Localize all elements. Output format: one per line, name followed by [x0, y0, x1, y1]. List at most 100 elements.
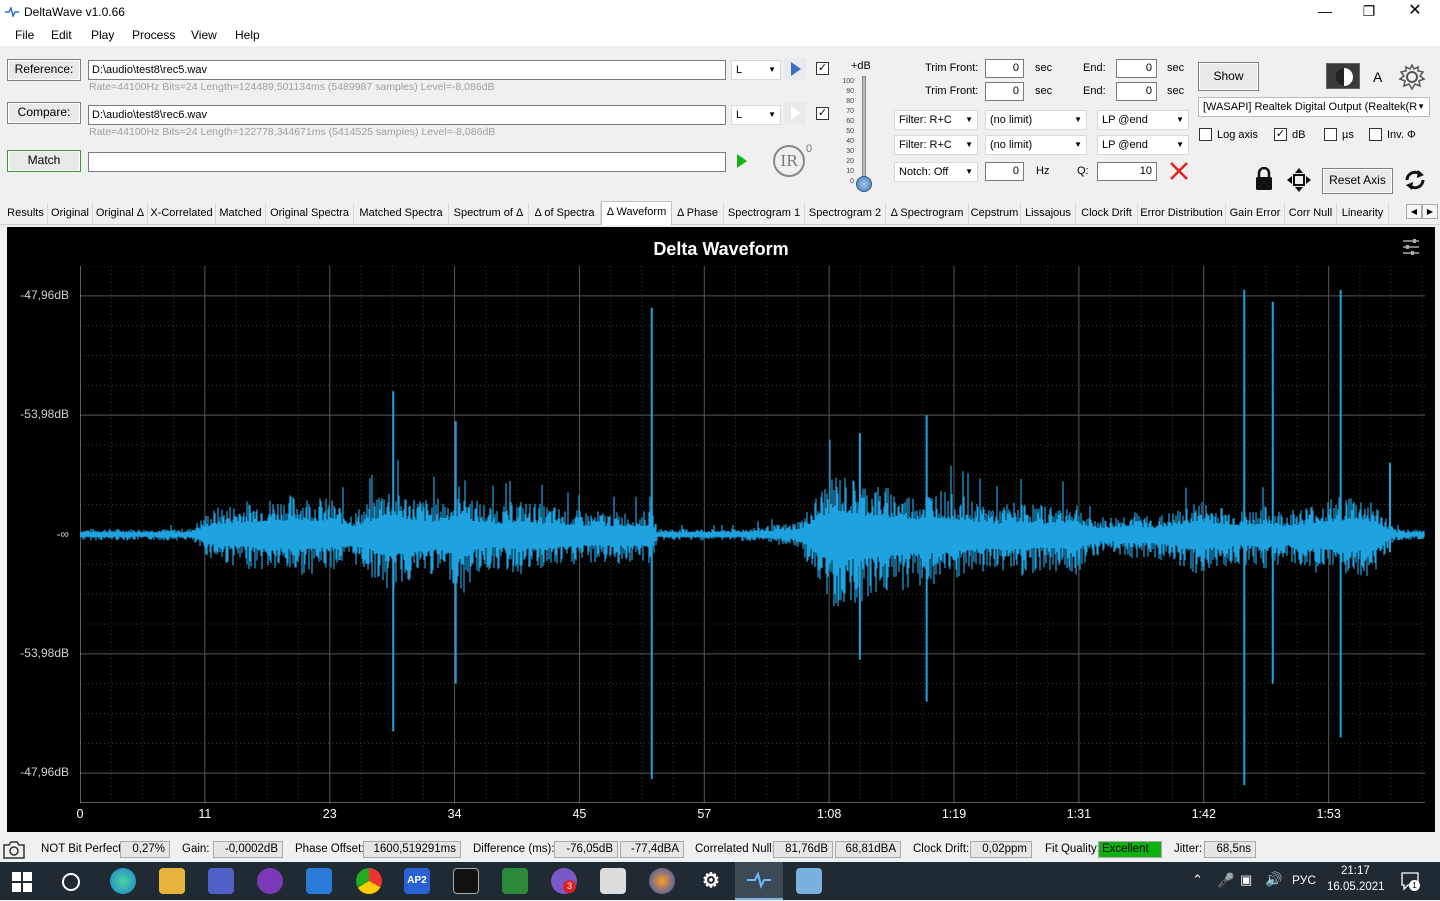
lp2-select[interactable]: LP @end ▼: [1097, 135, 1189, 155]
tor-browser-icon[interactable]: [257, 868, 283, 894]
notifications-button[interactable]: 1: [1400, 871, 1420, 891]
menu-view[interactable]: View: [191, 28, 217, 42]
tab-scroll-right-button[interactable]: ▶: [1422, 204, 1438, 219]
compare-channel-select[interactable]: L ▼: [731, 105, 781, 125]
compare-path-input[interactable]: D:\audio\test8\rec6.wav: [88, 105, 726, 125]
tab-scroll-left-button[interactable]: ◀: [1406, 204, 1422, 219]
start-button[interactable]: [12, 872, 32, 892]
log-axis-checkbox[interactable]: [1199, 128, 1212, 141]
reference-path-input[interactable]: D:\audio\test8\rec5.wav: [88, 60, 726, 80]
limit2-select[interactable]: (no limit) ▼: [985, 135, 1087, 155]
filter2-select[interactable]: Filter: R+C ▼: [894, 135, 978, 155]
compare-button[interactable]: Compare:: [7, 102, 81, 124]
tab-10[interactable]: Δ Phase: [672, 203, 724, 224]
compare-enable-checkbox[interactable]: ✓: [816, 107, 829, 120]
search-button[interactable]: [62, 873, 80, 891]
fox-app-icon[interactable]: [600, 868, 626, 894]
menu-play[interactable]: Play: [91, 28, 114, 42]
tab-14[interactable]: Cepstrum: [969, 203, 1021, 224]
screenshot-button[interactable]: [2, 839, 26, 861]
lock-axis-button[interactable]: [1253, 166, 1275, 191]
db-checkbox[interactable]: ✓: [1274, 128, 1287, 141]
level-slider-thumb[interactable]: [856, 176, 872, 192]
tab-6[interactable]: Matched Spectra: [354, 203, 449, 224]
a-weighting-label[interactable]: A: [1373, 69, 1382, 85]
reference-channel-select[interactable]: L ▼: [731, 60, 781, 80]
settings-button[interactable]: [1398, 63, 1426, 91]
tab-11[interactable]: Spectrogram 1: [724, 203, 805, 224]
pycharm-icon[interactable]: [453, 868, 479, 894]
chart-options-button[interactable]: [1401, 238, 1421, 256]
menu-file[interactable]: File: [15, 28, 34, 42]
maximize-button[interactable]: ❐: [1346, 0, 1392, 24]
notch-hz-input[interactable]: 0: [985, 162, 1024, 181]
file-explorer-icon[interactable]: [159, 868, 185, 894]
tab-18[interactable]: Gain Error: [1226, 203, 1285, 224]
sound-app-icon[interactable]: [649, 868, 675, 894]
mail-app-icon[interactable]: [306, 868, 332, 894]
save-app-icon[interactable]: [208, 868, 234, 894]
tab-0[interactable]: Results: [4, 203, 48, 224]
invert-phase-checkbox[interactable]: [1369, 128, 1382, 141]
play-match-button[interactable]: [731, 150, 753, 172]
theme-toggle-button[interactable]: [1326, 63, 1360, 89]
match-button[interactable]: Match: [7, 150, 81, 172]
edge-app-icon[interactable]: [110, 868, 136, 894]
paint-app-icon[interactable]: [796, 868, 822, 894]
chrome-icon[interactable]: [356, 868, 382, 894]
clock-date[interactable]: 16.05.2021: [1327, 881, 1385, 893]
impulse-response-button[interactable]: IR: [773, 145, 805, 177]
cmp-trim-end-input[interactable]: 0: [1116, 82, 1157, 101]
waveform-plot[interactable]: [80, 266, 1425, 803]
play-reference-button[interactable]: [784, 58, 806, 80]
tab-9[interactable]: Δ Waveform: [601, 201, 672, 225]
notch-select[interactable]: Notch: Off ▼: [894, 162, 978, 182]
reference-button[interactable]: Reference:: [7, 59, 81, 81]
play-compare-button[interactable]: [784, 102, 806, 124]
us-checkbox[interactable]: [1324, 128, 1337, 141]
menu-help[interactable]: Help: [235, 28, 260, 42]
tab-13[interactable]: Δ Spectrogram: [886, 203, 969, 224]
tab-15[interactable]: Lissajous: [1021, 203, 1076, 224]
ref-trim-front-input[interactable]: 0: [985, 59, 1024, 78]
cmp-trim-front-input[interactable]: 0: [985, 82, 1024, 101]
language-indicator[interactable]: РУС: [1292, 873, 1316, 887]
menu-edit[interactable]: Edit: [51, 28, 72, 42]
tab-20[interactable]: Linearity: [1337, 203, 1389, 224]
tab-5[interactable]: Original Spectra: [266, 203, 354, 224]
tab-8[interactable]: Δ of Spectra: [529, 203, 601, 224]
tab-12[interactable]: Spectrogram 2: [805, 203, 886, 224]
tab-16[interactable]: Clock Drift: [1076, 203, 1138, 224]
clear-filters-button[interactable]: [1168, 160, 1190, 182]
microphone-icon[interactable]: 🎤: [1217, 872, 1234, 889]
close-button[interactable]: ✕: [1392, 0, 1438, 24]
tab-17[interactable]: Error Distribution: [1138, 203, 1226, 224]
show-button[interactable]: Show: [1198, 62, 1259, 91]
tab-7[interactable]: Spectrum of Δ: [449, 203, 529, 224]
network-icon[interactable]: ▣: [1240, 872, 1252, 888]
filter1-select[interactable]: Filter: R+C ▼: [894, 110, 978, 130]
menu-process[interactable]: Process: [132, 28, 175, 42]
chevron-up-icon[interactable]: ⌃: [1192, 872, 1203, 888]
tab-4[interactable]: Matched: [216, 203, 266, 224]
limit1-select[interactable]: (no limit) ▼: [985, 110, 1087, 130]
vim-icon[interactable]: [502, 868, 528, 894]
output-device-select[interactable]: [WASAPI] Realtek Digital Output (Realtek…: [1198, 97, 1430, 117]
pan-button[interactable]: [1286, 167, 1312, 193]
lp1-select[interactable]: LP @end ▼: [1097, 110, 1189, 130]
tab-1[interactable]: Original: [48, 203, 93, 224]
refresh-button[interactable]: [1402, 167, 1428, 193]
ref-trim-end-input[interactable]: 0: [1116, 59, 1157, 78]
reference-enable-checkbox[interactable]: ✓: [816, 62, 829, 75]
tab-3[interactable]: X-Correlated: [148, 203, 216, 224]
clock-time[interactable]: 21:17: [1341, 865, 1370, 877]
tab-19[interactable]: Corr Null: [1285, 203, 1337, 224]
settings-app-icon[interactable]: ⚙: [698, 868, 724, 894]
reset-axis-button[interactable]: Reset Axis: [1322, 168, 1393, 194]
volume-icon[interactable]: 🔊: [1265, 871, 1282, 888]
q-input[interactable]: 10: [1097, 162, 1157, 181]
deltawave-taskbar-button[interactable]: [735, 862, 783, 900]
minimize-button[interactable]: —: [1302, 0, 1348, 24]
tab-2[interactable]: Original Δ: [93, 203, 148, 224]
chart-panel[interactable]: Delta Waveform -47,96dB -53,98dB -∞ -53,98d…: [7, 227, 1435, 832]
